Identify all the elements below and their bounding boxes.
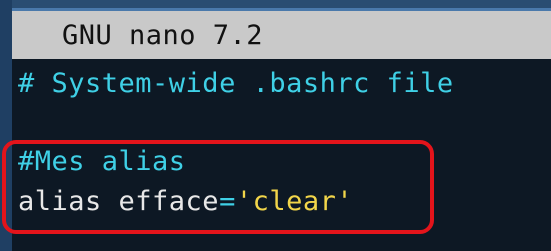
nano-title-bar: GNU nano 7.2 xyxy=(12,11,551,59)
terminal-window: GNU nano 7.2 # System-wide .bashrc file … xyxy=(0,0,551,251)
nano-version-title: GNU nano 7.2 xyxy=(62,20,264,51)
editor-line-comment[interactable]: # System-wide .bashrc file xyxy=(18,68,454,99)
red-highlight-box xyxy=(2,140,434,234)
